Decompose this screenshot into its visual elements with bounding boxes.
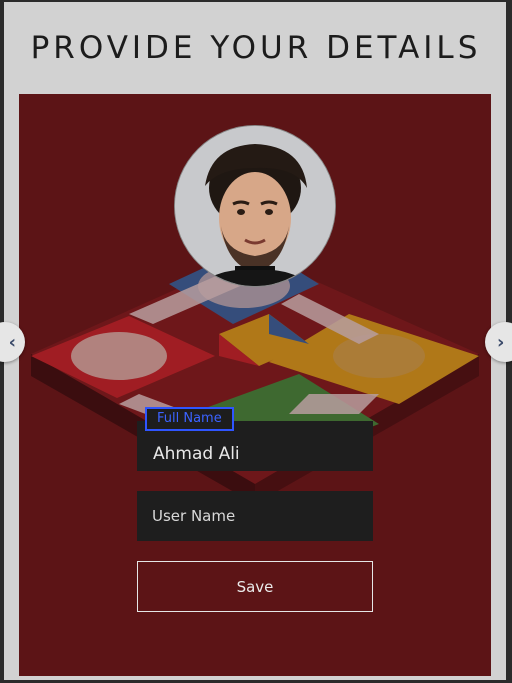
page-title: PROVIDE YOUR DETAILS	[30, 30, 482, 66]
profile-avatar[interactable]	[175, 126, 335, 286]
user-name-field[interactable]	[137, 491, 373, 541]
chevron-right-icon: ›	[497, 331, 505, 353]
user-name-input[interactable]	[137, 491, 373, 541]
chevron-left-icon: ‹	[8, 331, 16, 353]
full-name-label: Full Name	[145, 407, 234, 431]
avatar-image	[175, 126, 335, 286]
save-button[interactable]: Save	[137, 561, 373, 612]
